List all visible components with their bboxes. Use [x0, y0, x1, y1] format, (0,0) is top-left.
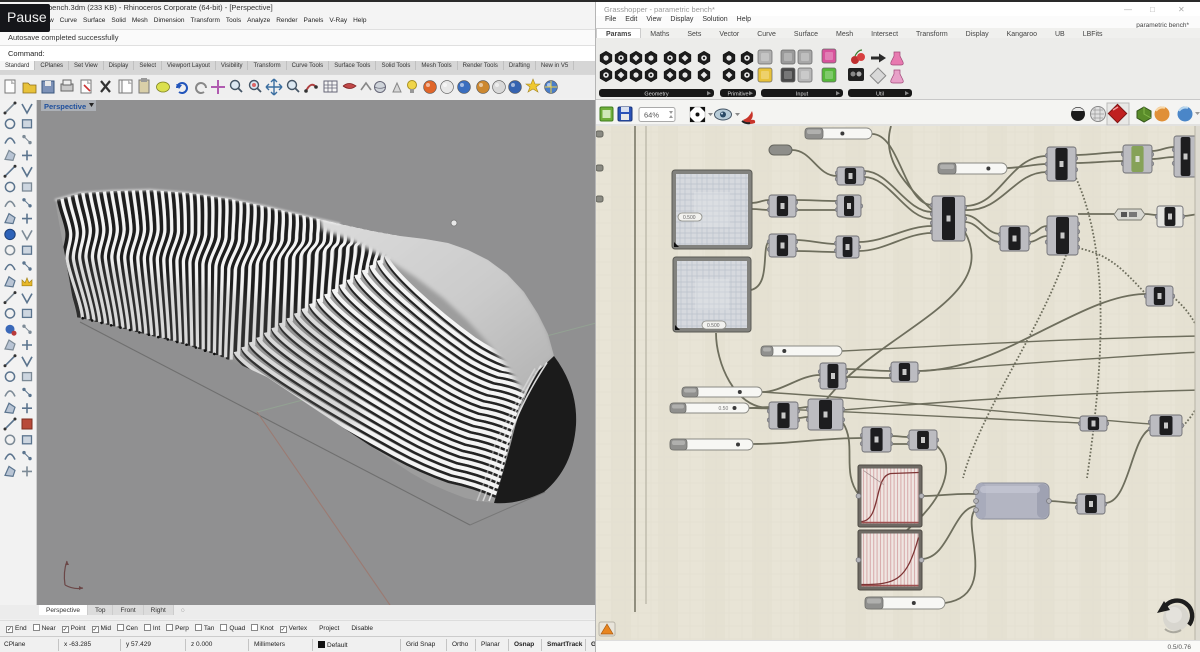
svg-text:0.50: 0.50 [719, 406, 729, 412]
svg-text:0.500: 0.500 [707, 323, 720, 329]
svg-text:Geometry: Geometry [644, 92, 668, 98]
svg-text:64%: 64% [644, 111, 659, 120]
svg-text:Perspective: Perspective [44, 102, 86, 111]
svg-text:Util: Util [876, 92, 884, 98]
svg-text:Primitive: Primitive [727, 92, 748, 98]
svg-text:0.500: 0.500 [683, 215, 696, 221]
svg-text:Input: Input [796, 92, 809, 98]
